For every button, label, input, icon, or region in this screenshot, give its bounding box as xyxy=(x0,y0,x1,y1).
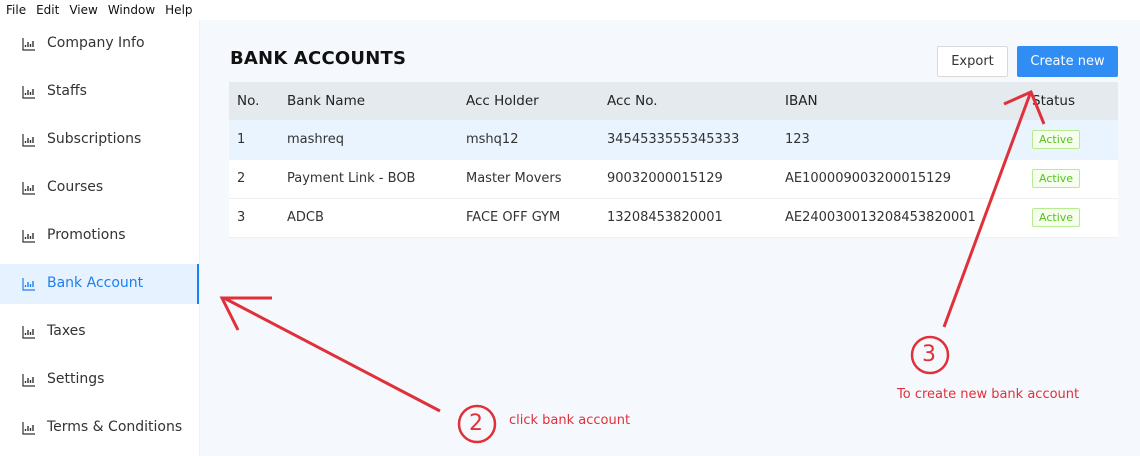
status-badge: Active xyxy=(1032,169,1081,188)
cell-acc-no: 90032000015129 xyxy=(599,159,777,199)
table-row[interactable]: 3 ADCB FACE OFF GYM 13208453820001 AE240… xyxy=(229,198,1118,238)
column-header-status[interactable]: Status xyxy=(1024,82,1118,120)
sidebar-item-label: Terms & Conditions xyxy=(47,419,183,435)
cell-no: 2 xyxy=(229,159,279,199)
cell-bank-name: mashreq xyxy=(279,120,458,160)
menu-help[interactable]: Help xyxy=(165,3,192,17)
step-2-number: 2 xyxy=(469,411,483,436)
export-button[interactable]: Export xyxy=(937,46,1008,77)
sidebar-item-label: Promotions xyxy=(47,227,126,243)
step-3-number: 3 xyxy=(922,342,936,367)
sidebar-item-taxes[interactable]: Taxes xyxy=(0,312,198,352)
cell-acc-holder: mshq12 xyxy=(458,120,599,160)
sidebar-item-label: Taxes xyxy=(47,323,86,339)
step-2-label: click bank account xyxy=(509,413,631,428)
cell-iban: AE240030013208453820001 xyxy=(777,198,1024,238)
sidebar-item-label: Staffs xyxy=(47,83,87,99)
menu-file[interactable]: File xyxy=(6,3,26,17)
cell-status: Active xyxy=(1024,120,1118,160)
cell-acc-no: 13208453820001 xyxy=(599,198,777,238)
cell-acc-holder: FACE OFF GYM xyxy=(458,198,599,238)
table-header-row: No. Bank Name Acc Holder Acc No. IBAN St… xyxy=(229,82,1118,120)
sidebar-item-subscriptions[interactable]: Subscriptions xyxy=(0,120,198,160)
column-header-bank-name[interactable]: Bank Name xyxy=(279,82,458,120)
status-badge: Active xyxy=(1032,129,1081,149)
chart-icon xyxy=(22,422,35,435)
chart-icon xyxy=(22,374,35,387)
table-row[interactable]: 2 Payment Link - BOB Master Movers 90032… xyxy=(229,159,1118,199)
status-badge: Active xyxy=(1032,208,1081,227)
column-header-iban[interactable]: IBAN xyxy=(777,82,1024,120)
column-header-acc-no[interactable]: Acc No. xyxy=(599,82,777,120)
cell-iban: AE100009003200015129 xyxy=(777,159,1024,199)
create-new-button[interactable]: Create new xyxy=(1017,46,1118,77)
menu-window[interactable]: Window xyxy=(108,3,155,17)
sidebar-item-company-info[interactable]: Company Info xyxy=(0,24,198,64)
chart-icon xyxy=(22,326,35,339)
bank-accounts-table: No. Bank Name Acc Holder Acc No. IBAN St… xyxy=(229,82,1118,238)
sidebar-item-label: Company Info xyxy=(47,35,145,51)
cell-no: 1 xyxy=(229,120,279,160)
menu-edit[interactable]: Edit xyxy=(36,3,59,17)
sidebar-item-terms-conditions[interactable]: Terms & Conditions xyxy=(0,408,198,448)
cell-acc-holder: Master Movers xyxy=(458,159,599,199)
sidebar-item-label: Bank Account xyxy=(47,275,144,291)
menu-view[interactable]: View xyxy=(69,3,97,17)
cell-bank-name: ADCB xyxy=(279,198,458,238)
cell-acc-no: 3454533555345333 xyxy=(599,120,777,160)
chart-icon xyxy=(22,134,35,147)
column-header-no[interactable]: No. xyxy=(229,82,279,120)
chart-icon xyxy=(22,182,35,195)
sidebar-item-promotions[interactable]: Promotions xyxy=(0,216,198,256)
chart-icon xyxy=(22,278,35,291)
step-3-label: To create new bank account xyxy=(897,387,1080,402)
column-header-acc-holder[interactable]: Acc Holder xyxy=(458,82,599,120)
cell-status: Active xyxy=(1024,159,1118,199)
cell-status: Active xyxy=(1024,198,1118,238)
cell-bank-name: Payment Link - BOB xyxy=(279,159,458,199)
page-title: BANK ACCOUNTS xyxy=(230,48,407,69)
sidebar-item-label: Settings xyxy=(47,371,105,387)
sidebar-item-staffs[interactable]: Staffs xyxy=(0,72,198,112)
sidebar-item-bank-account[interactable]: Bank Account xyxy=(0,264,199,304)
chart-icon xyxy=(22,86,35,99)
chart-icon xyxy=(22,230,35,243)
cell-iban: 123 xyxy=(777,120,1024,160)
chart-icon xyxy=(22,38,35,51)
menu-bar: File Edit View Window Help xyxy=(0,0,1140,20)
sidebar-item-courses[interactable]: Courses xyxy=(0,168,198,208)
cell-no: 3 xyxy=(229,198,279,238)
sidebar: Company Info Staffs Subscriptions Course… xyxy=(0,20,200,456)
table-row[interactable]: 1 mashreq mshq12 3454533555345333 123 Ac… xyxy=(229,120,1118,160)
sidebar-item-settings[interactable]: Settings xyxy=(0,360,198,400)
sidebar-item-label: Courses xyxy=(47,179,104,195)
sidebar-item-label: Subscriptions xyxy=(47,131,142,147)
